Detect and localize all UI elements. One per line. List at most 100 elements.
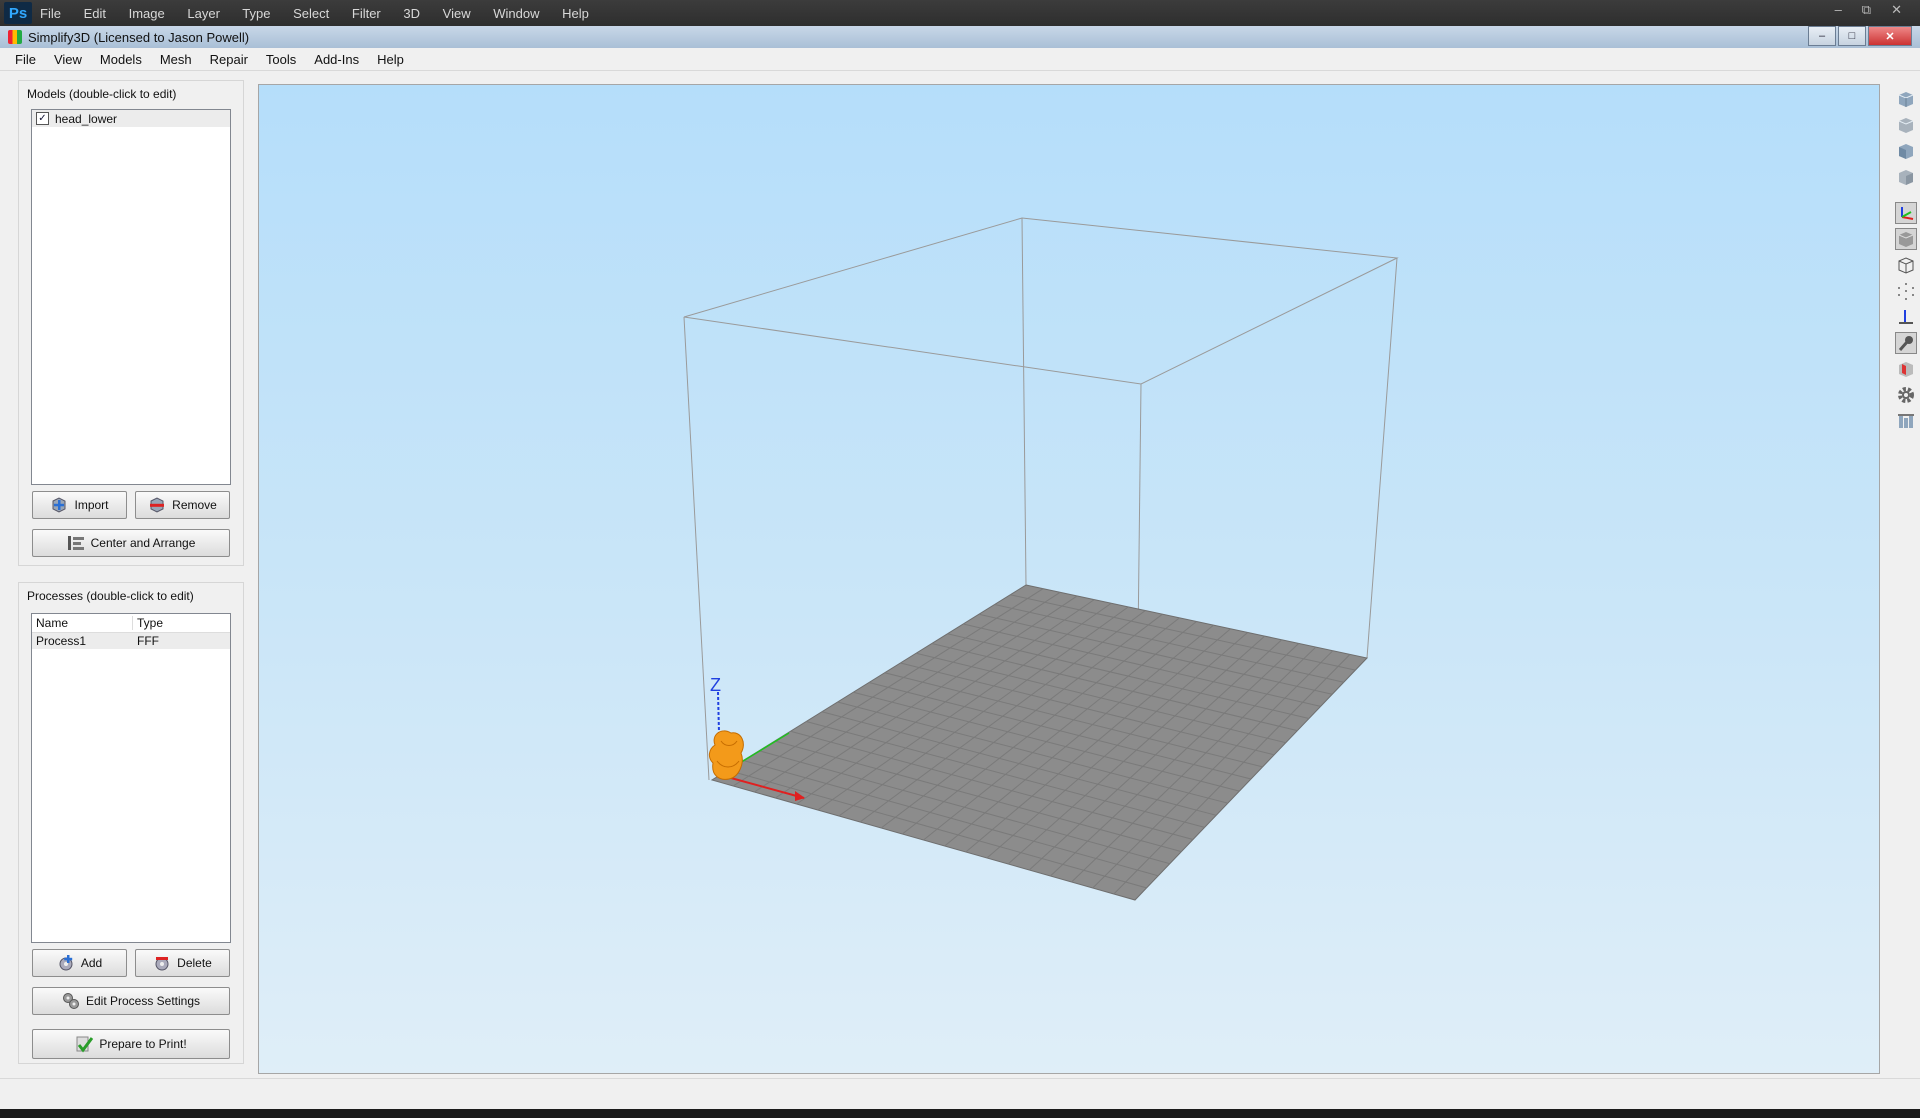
- models-list[interactable]: ✓ head_lower: [31, 109, 231, 485]
- right-view-icon: [1899, 170, 1913, 185]
- menu-repair[interactable]: Repair: [210, 52, 248, 67]
- delete-process-button[interactable]: Delete: [135, 949, 230, 977]
- process-type-cell: FFF: [137, 634, 159, 648]
- origin-icon: [1899, 310, 1913, 324]
- table-row[interactable]: Process1 FFF: [32, 633, 230, 649]
- solid-view-button[interactable]: [1895, 228, 1917, 250]
- remove-button[interactable]: Remove: [135, 491, 230, 519]
- model-name: head_lower: [55, 111, 118, 126]
- remove-label: Remove: [172, 498, 217, 512]
- print-bed-button[interactable]: [1895, 410, 1917, 432]
- simplify3d-app-icon: [8, 30, 22, 44]
- models-panel-title: Models (double-click to edit): [27, 87, 177, 101]
- processes-panel: Processes (double-click to edit) Name Ty…: [18, 582, 244, 1064]
- host-menubar: Ps File Edit Image Layer Type Select Fil…: [0, 0, 1920, 26]
- head-lower-model[interactable]: [708, 730, 744, 780]
- 3d-viewport[interactable]: Z: [258, 84, 1880, 1074]
- host-menu-filter[interactable]: Filter: [352, 6, 381, 21]
- maximize-button[interactable]: □: [1838, 26, 1866, 46]
- import-icon: [52, 497, 66, 513]
- column-type-header[interactable]: Type: [133, 616, 163, 630]
- menu-help[interactable]: Help: [377, 52, 404, 67]
- host-close-button[interactable]: ✕: [1891, 2, 1902, 18]
- menu-mesh[interactable]: Mesh: [160, 52, 192, 67]
- models-panel: Models (double-click to edit) ✓ head_low…: [18, 80, 244, 566]
- host-window-controls: – ⧉ ✕: [1835, 2, 1902, 18]
- import-button[interactable]: Import: [32, 491, 127, 519]
- viewport-scene[interactable]: Z: [259, 85, 1879, 1073]
- settings-gear-icon: [1898, 387, 1914, 403]
- front-view-icon: [1898, 92, 1914, 107]
- points-view-button[interactable]: [1895, 280, 1917, 302]
- edit-process-settings-button[interactable]: Edit Process Settings: [32, 987, 230, 1015]
- cross-section-icon: [1899, 362, 1913, 377]
- cross-section-button[interactable]: [1895, 358, 1917, 380]
- add-label: Add: [80, 956, 103, 970]
- host-menu-help[interactable]: Help: [562, 6, 589, 21]
- minimize-button[interactable]: –: [1808, 26, 1836, 46]
- host-menu-file[interactable]: File: [40, 6, 61, 21]
- host-menu-type[interactable]: Type: [242, 6, 270, 21]
- axes-icon: [1901, 207, 1914, 220]
- host-menu-3d[interactable]: 3D: [403, 6, 420, 21]
- model-checkbox[interactable]: ✓: [36, 112, 49, 125]
- host-menu-select[interactable]: Select: [293, 6, 329, 21]
- origin-button[interactable]: [1895, 306, 1917, 328]
- host-menu-view[interactable]: View: [443, 6, 471, 21]
- window-titlebar: Simplify3D (Licensed to Jason Powell) – …: [0, 26, 1920, 48]
- prepare-to-print-button[interactable]: Prepare to Print!: [32, 1029, 230, 1059]
- window-controls: – □ ✕: [1806, 26, 1912, 46]
- key-icon: [1898, 336, 1913, 351]
- settings-gears-icon: [62, 993, 79, 1009]
- front-view-button[interactable]: [1895, 88, 1917, 110]
- host-menu-image[interactable]: Image: [129, 6, 165, 21]
- host-minimize-button[interactable]: –: [1835, 2, 1842, 18]
- app-menubar: File View Models Mesh Repair Tools Add-I…: [0, 48, 1920, 71]
- points-icon: [1898, 283, 1914, 300]
- add-gear-icon: [59, 955, 73, 971]
- simplify3d-window: Simplify3D (Licensed to Jason Powell) – …: [0, 26, 1920, 1109]
- menu-tools[interactable]: Tools: [266, 52, 296, 67]
- left-view-icon: [1899, 144, 1913, 159]
- menu-file[interactable]: File: [15, 52, 36, 67]
- back-view-button[interactable]: [1895, 114, 1917, 136]
- process-name-cell: Process1: [36, 634, 87, 648]
- host-menu-edit[interactable]: Edit: [84, 6, 106, 21]
- host-menu-window[interactable]: Window: [493, 6, 539, 21]
- print-bed: [710, 584, 1368, 901]
- arrange-icon: [67, 536, 84, 550]
- host-menu: File Edit Image Layer Type Select Filter…: [40, 6, 608, 21]
- z-axis-label: Z: [710, 675, 721, 695]
- view-toolbar: [1892, 84, 1920, 436]
- list-item[interactable]: ✓ head_lower: [32, 110, 230, 127]
- axes-toggle-button[interactable]: [1895, 202, 1917, 224]
- center-and-arrange-button[interactable]: Center and Arrange: [32, 529, 230, 557]
- table-header: Name Type: [32, 614, 230, 633]
- host-restore-button[interactable]: ⧉: [1862, 2, 1871, 18]
- settings-button[interactable]: [1895, 384, 1917, 406]
- left-view-button[interactable]: [1895, 140, 1917, 162]
- key-tool-button[interactable]: [1895, 332, 1917, 354]
- processes-table[interactable]: Name Type Process1 FFF: [31, 613, 231, 943]
- processes-panel-title: Processes (double-click to edit): [27, 589, 194, 603]
- menu-view[interactable]: View: [54, 52, 82, 67]
- menu-models[interactable]: Models: [100, 52, 142, 67]
- import-label: Import: [74, 498, 109, 512]
- wireframe-icon: [1898, 257, 1914, 274]
- right-view-button[interactable]: [1895, 166, 1917, 188]
- remove-icon: [150, 497, 165, 513]
- menu-add-ins[interactable]: Add-Ins: [314, 52, 359, 67]
- prepare-to-print-label: Prepare to Print!: [99, 1037, 187, 1051]
- center-and-arrange-label: Center and Arrange: [90, 536, 196, 550]
- window-title: Simplify3D (Licensed to Jason Powell): [28, 29, 250, 45]
- delete-label: Delete: [177, 956, 212, 970]
- host-menu-layer[interactable]: Layer: [187, 6, 220, 21]
- solid-cube-icon: [1898, 232, 1914, 247]
- add-process-button[interactable]: Add: [32, 949, 127, 977]
- photoshop-logo-icon: Ps: [4, 2, 32, 24]
- wireframe-view-button[interactable]: [1895, 254, 1917, 276]
- edit-process-settings-label: Edit Process Settings: [85, 994, 201, 1008]
- close-button[interactable]: ✕: [1868, 26, 1912, 46]
- column-name-header[interactable]: Name: [32, 616, 133, 630]
